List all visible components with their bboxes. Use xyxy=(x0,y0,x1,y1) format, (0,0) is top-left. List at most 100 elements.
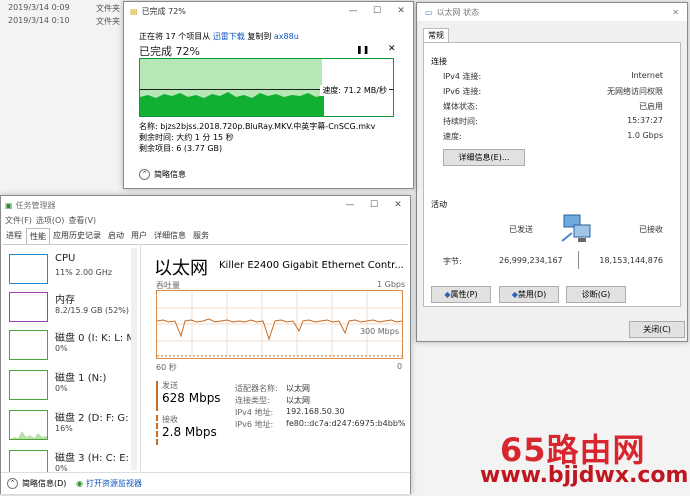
tab-processes[interactable]: 进程 xyxy=(3,228,26,244)
progress-heading: 已完成 72% xyxy=(139,45,200,58)
diagnose-button[interactable]: 诊断(G) xyxy=(566,286,626,303)
network-icon: ▭ xyxy=(425,7,433,17)
window-title: 任务管理器 xyxy=(15,200,56,210)
titlebar: ▤ 已完成 72% — ☐ ✕ xyxy=(124,2,413,20)
speed-graph: 速度: 71.2 MB/秒 xyxy=(139,58,394,117)
recv-label: 接收 xyxy=(162,415,178,424)
sidebar-scrollbar[interactable] xyxy=(131,248,137,470)
disable-label: 禁用(D) xyxy=(517,290,547,299)
resource-monitor-link[interactable]: ◉ 打开资源监视器 xyxy=(76,478,142,489)
bytes-sent: 26,999,234,167 xyxy=(499,256,563,265)
activity-divider xyxy=(578,251,579,269)
cancel-icon[interactable]: ✕ xyxy=(388,44,396,54)
sidebar-memory-sub: 8.2/15.9 GB (52%) xyxy=(55,306,130,315)
disable-button[interactable]: ◆禁用(D) xyxy=(499,286,559,303)
file-name: 名称: bjzs2bjss.2018.720p.BluRay.MKV.中英字幕-… xyxy=(139,122,376,131)
titlebar: ▣ 任务管理器 — ☐ ✕ xyxy=(1,196,410,214)
copy-progress-window: ▤ 已完成 72% — ☐ ✕ 正在将 17 个项目从 迅雷下载 复制到 ax88u… xyxy=(123,1,414,189)
task-manager-window: ▣ 任务管理器 — ☐ ✕ 文件(F) 选项(O) 查看(V) 进程 性能 应用历史… xyxy=(0,195,411,494)
conn-type-label: 连接类型: xyxy=(235,396,270,405)
disk3-sparkline xyxy=(9,450,48,474)
throughput-svg xyxy=(157,291,402,358)
maximize-icon[interactable]: ☐ xyxy=(365,6,389,16)
tab-general[interactable]: 常规 xyxy=(423,28,449,42)
media-state-label: 媒体状态: xyxy=(443,102,478,111)
tab-performance[interactable]: 性能 xyxy=(26,228,50,244)
recv-bar xyxy=(156,415,158,445)
menu-view[interactable]: 查看(V) xyxy=(68,215,96,226)
brief-toggle[interactable]: ⌃ 简略信息(D) xyxy=(7,478,66,489)
close-icon[interactable]: ✕ xyxy=(389,6,413,16)
disk2-sparkline xyxy=(9,410,48,440)
resource-monitor-label: 打开资源监视器 xyxy=(85,479,142,488)
ipv4-label: IPv4 地址: xyxy=(235,408,274,417)
adapter-name-label: 适配器名称: xyxy=(235,384,278,393)
connection-header: 连接 xyxy=(431,57,447,66)
fewer-details-toggle[interactable]: ⌃ 简略信息 xyxy=(139,169,186,180)
bytes-label: 字节: xyxy=(443,257,462,266)
sidebar-memory-title: 内存 xyxy=(55,295,75,306)
copy-desc-pre: 正在将 17 个项目从 xyxy=(139,32,211,41)
tab-details[interactable]: 详细信息 xyxy=(151,228,190,244)
copy-description: 正在将 17 个项目从 迅雷下载 复制到 ax88u xyxy=(139,31,299,42)
ipv4-value: 192.168.50.30 xyxy=(286,407,345,416)
pause-icon[interactable]: ❚❚ xyxy=(356,45,369,54)
explorer-date-0: 2019/3/14 0:09 xyxy=(8,3,70,12)
ipv6-conn-label: IPv6 连接: xyxy=(443,87,482,96)
send-value: 628 Mbps xyxy=(162,391,221,405)
chevron-up-icon: ⌃ xyxy=(139,169,150,180)
sidebar-disk2-title: 磁盘 2 (D: F: G: xyxy=(55,413,129,424)
chevron-up-icon: ⌃ xyxy=(7,478,18,489)
brief-label: 简略信息(D) xyxy=(22,479,67,488)
watermark-url: www.bjjdwx.com xyxy=(480,463,689,488)
ipv4-conn-value: Internet xyxy=(631,71,663,80)
source-link[interactable]: 迅雷下载 xyxy=(213,32,245,41)
speed-label: 速度: xyxy=(443,132,462,141)
explorer-date-1: 2019/3/14 0:10 xyxy=(8,16,70,25)
time-remaining: 剩余时间: 大约 1 分 15 秒 xyxy=(139,133,234,142)
tab-bar: 进程 性能 应用历史记录 启动 用户 详细信息 服务 xyxy=(3,228,408,245)
details-button[interactable]: 详细信息(E)... xyxy=(443,149,525,166)
disk0-sparkline xyxy=(9,330,48,360)
mid-label: 300 Mbps xyxy=(359,327,399,336)
tab-app-history[interactable]: 应用历史记录 xyxy=(50,228,105,244)
menu-file[interactable]: 文件(F) xyxy=(5,215,32,226)
titlebar: ▭ 以太网 状态 ✕ xyxy=(417,3,687,21)
tab-startup[interactable]: 启动 xyxy=(105,228,128,244)
close-icon[interactable]: ✕ xyxy=(672,8,679,17)
send-bar xyxy=(156,381,158,411)
ipv4-conn-label: IPv4 连接: xyxy=(443,72,482,81)
sidebar-disk0-sub: 0% xyxy=(55,344,68,353)
taskmgr-icon: ▣ xyxy=(5,200,13,210)
maximize-icon[interactable]: ☐ xyxy=(362,200,386,210)
minimize-icon[interactable]: — xyxy=(341,6,365,16)
dest-link[interactable]: ax88u xyxy=(274,32,299,41)
items-remaining: 剩余项目: 6 (3.77 GB) xyxy=(139,144,223,153)
sidebar-cpu-title: CPU xyxy=(55,253,76,264)
speed-readout: 速度: 71.2 MB/秒 xyxy=(320,85,389,96)
bytes-received: 18,153,144,876 xyxy=(599,256,663,265)
memory-sparkline xyxy=(9,292,48,322)
sidebar-item-disk3[interactable]: 磁盘 3 (H: C: E: 0% xyxy=(1,444,136,474)
menu-options[interactable]: 选项(O) xyxy=(36,215,65,226)
sidebar-disk2-sub: 16% xyxy=(55,424,73,433)
tab-services[interactable]: 服务 xyxy=(190,228,213,244)
ipv6-conn-value: 无网络访问权限 xyxy=(607,87,663,96)
close-icon[interactable]: ✕ xyxy=(386,200,410,210)
window-title: 以太网 状态 xyxy=(436,7,480,17)
monitor-icon: ◉ xyxy=(76,479,83,488)
menu-bar: 文件(F) 选项(O) 查看(V) xyxy=(5,215,96,226)
sidebar-disk1-sub: 0% xyxy=(55,384,68,393)
minimize-icon[interactable]: — xyxy=(338,200,362,210)
duration-value: 15:37:27 xyxy=(627,116,663,125)
recv-value: 2.8 Mbps xyxy=(162,425,217,439)
tab-users[interactable]: 用户 xyxy=(128,228,151,244)
adapter-name-value: 以太网 xyxy=(286,384,310,393)
explorer-list: 2019/3/14 0:09 文件夹 2019/3/14 0:10 文件夹 xyxy=(0,0,125,30)
explorer-type-1: 文件夹 xyxy=(96,17,120,26)
properties-button[interactable]: ◆属性(P) xyxy=(431,286,491,303)
sidebar-disk3-title: 磁盘 3 (H: C: E: xyxy=(55,453,129,464)
close-button[interactable]: 关闭(C) xyxy=(629,321,685,338)
ipv6-label: IPv6 地址: xyxy=(235,420,274,429)
activity-header: 活动 xyxy=(431,200,447,209)
